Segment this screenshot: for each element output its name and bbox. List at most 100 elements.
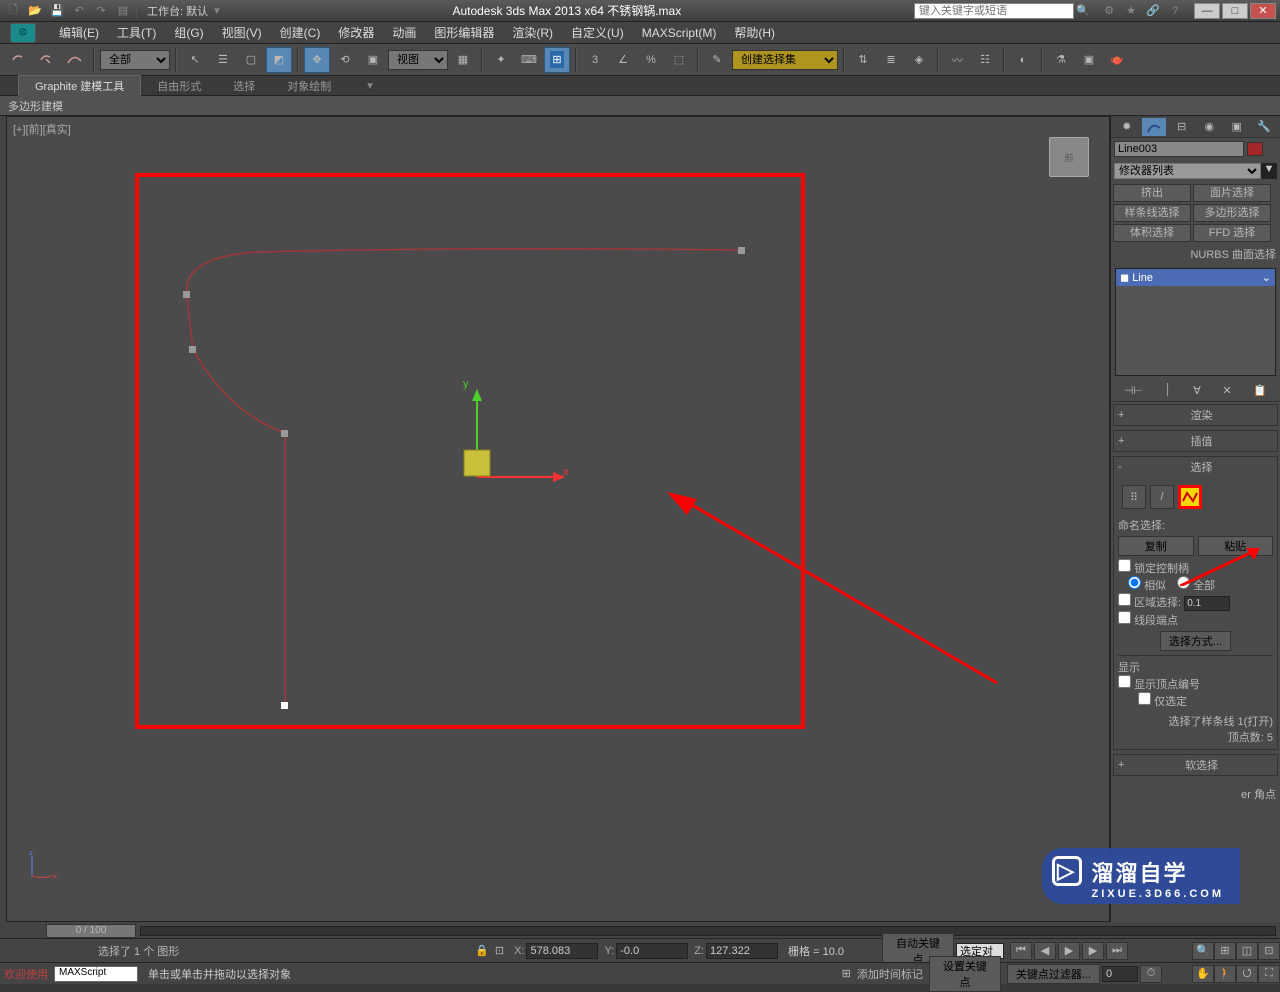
tab-motion-icon[interactable]: ◉ <box>1197 118 1221 136</box>
stack-item-line[interactable]: ◼ Line ⌄ <box>1116 269 1275 286</box>
rollout-softsel[interactable]: +软选择 <box>1114 755 1277 775</box>
select-scale-icon[interactable]: ▣ <box>360 47 386 73</box>
expand-icon[interactable]: ⌄ <box>1262 271 1271 284</box>
mod-btn-vol[interactable]: 体积选择 <box>1113 224 1191 242</box>
subobj-segment-icon[interactable]: / <box>1150 485 1174 509</box>
rollout-interp[interactable]: +插值 <box>1114 431 1277 451</box>
area-sel-value[interactable] <box>1184 596 1230 611</box>
mod-btn-spline[interactable]: 样条线选择 <box>1113 204 1191 222</box>
save-icon[interactable]: 💾 <box>48 3 66 19</box>
window-crossing-icon[interactable]: ◩ <box>266 47 292 73</box>
ribbon-panel-polymodeling[interactable]: 多边形建模 <box>0 96 1280 116</box>
coord-x-input[interactable] <box>526 943 598 959</box>
time-config-icon[interactable]: ⏱ <box>1140 965 1162 983</box>
align-icon[interactable]: ≣ <box>878 47 904 73</box>
edit-named-sel-icon[interactable]: ✎ <box>704 47 730 73</box>
remove-mod-icon[interactable]: ✕ <box>1222 384 1231 397</box>
seg-end-checkbox[interactable] <box>1118 611 1131 624</box>
prev-frame-icon[interactable]: ◀ <box>1034 942 1056 960</box>
curve-editor-icon[interactable]: 〰 <box>944 47 970 73</box>
maxscript-listener[interactable]: MAXScript <box>54 966 138 982</box>
mod-btn-poly[interactable]: 多边形选择 <box>1193 204 1271 222</box>
nav-walk-icon[interactable]: 🚶 <box>1214 965 1236 983</box>
select-by-button[interactable]: 选择方式... <box>1160 631 1231 651</box>
menu-tools[interactable]: 工具(T) <box>108 24 165 41</box>
isolate-icon[interactable]: ⊡ <box>495 944 504 957</box>
link-tool-icon[interactable] <box>6 47 32 73</box>
project-icon[interactable]: ▤ <box>114 3 132 19</box>
current-frame-input[interactable] <box>1102 966 1138 982</box>
menu-views[interactable]: 视图(V) <box>213 24 271 41</box>
object-name-input[interactable] <box>1114 141 1244 157</box>
use-center-icon[interactable]: ▦ <box>450 47 476 73</box>
tab-hierarchy-icon[interactable]: ⊟ <box>1170 118 1194 136</box>
spinner-snap-icon[interactable]: ⬚ <box>666 47 692 73</box>
goto-end-icon[interactable]: ⏭ <box>1106 942 1128 960</box>
mod-btn-patch[interactable]: 面片选择 <box>1193 184 1271 202</box>
menu-edit[interactable]: 编辑(E) <box>50 24 108 41</box>
nav-zoom-icon[interactable]: 🔍 <box>1192 942 1214 960</box>
menu-create[interactable]: 创建(C) <box>271 24 330 41</box>
rollout-selection[interactable]: -选择 <box>1114 457 1277 477</box>
keyboard-shortcut-icon[interactable]: ⌨ <box>516 47 542 73</box>
angle-snap-icon[interactable]: ∠ <box>610 47 636 73</box>
selection-filter-dropdown[interactable]: 全部 <box>100 50 170 70</box>
play-icon[interactable]: ▶ <box>1058 942 1080 960</box>
coord-y-input[interactable] <box>616 943 688 959</box>
tab-modify-icon[interactable] <box>1142 118 1166 136</box>
app-menu-icon[interactable]: ⊙ <box>10 23 36 43</box>
communication-icon[interactable]: ⚙ <box>1100 3 1118 19</box>
tab-display-icon[interactable]: ▣ <box>1225 118 1249 136</box>
object-color-swatch[interactable] <box>1247 142 1263 156</box>
ribbon-dropdown-icon[interactable]: ▾ <box>367 79 373 92</box>
named-selections-dropdown[interactable]: 创建选择集 <box>732 50 838 70</box>
snap-3d-icon[interactable]: 3 <box>582 47 608 73</box>
open-icon[interactable]: 📂 <box>26 3 44 19</box>
nav-maximize-icon[interactable]: ⛶ <box>1258 965 1280 983</box>
mod-btn-ffd[interactable]: FFD 选择 <box>1193 224 1271 242</box>
minimize-button[interactable]: — <box>1194 3 1220 19</box>
menu-rendering[interactable]: 渲染(R) <box>503 24 562 41</box>
next-frame-icon[interactable]: ▶ <box>1082 942 1104 960</box>
timeline-track[interactable] <box>140 926 1276 936</box>
layer-icon[interactable]: ◈ <box>906 47 932 73</box>
nav-pan-icon[interactable]: ✋ <box>1192 965 1214 983</box>
tab-graphite[interactable]: Graphite 建模工具 <box>18 75 141 96</box>
tab-objectpaint[interactable]: 对象绘制 <box>271 76 347 96</box>
modifier-list-dropdown[interactable]: 修改器列表 <box>1114 163 1261 179</box>
close-button[interactable]: ✕ <box>1250 3 1276 19</box>
nav-orbit-icon[interactable]: ⭯ <box>1236 965 1258 983</box>
redo-icon[interactable]: ↷ <box>92 3 110 19</box>
snap-toggle-icon[interactable]: ⊞ <box>544 47 570 73</box>
lock-handles-checkbox[interactable] <box>1118 559 1131 572</box>
favorites-icon[interactable]: ★ <box>1122 3 1140 19</box>
radio-similar[interactable] <box>1128 576 1141 589</box>
mirror-icon[interactable]: ⇅ <box>850 47 876 73</box>
schematic-view-icon[interactable]: ☷ <box>972 47 998 73</box>
menu-help[interactable]: 帮助(H) <box>725 24 784 41</box>
link-icon[interactable]: 🔗 <box>1144 3 1162 19</box>
menu-animation[interactable]: 动画 <box>383 24 425 41</box>
maximize-button[interactable]: □ <box>1222 3 1248 19</box>
show-end-icon[interactable]: │ <box>1165 384 1172 397</box>
pin-stack-icon[interactable]: ⊣⊢ <box>1124 384 1143 397</box>
subobj-spline-icon[interactable] <box>1178 485 1202 509</box>
new-icon[interactable]: 🗋 <box>4 3 22 19</box>
make-unique-icon[interactable]: ∀ <box>1193 384 1201 397</box>
modifier-stack[interactable]: ◼ Line ⌄ <box>1115 268 1276 376</box>
menu-grapheditors[interactable]: 图形编辑器 <box>425 24 503 41</box>
key-filters-button[interactable]: 关键点过滤器... <box>1007 964 1100 984</box>
add-time-tag[interactable]: 添加时间标记 <box>857 966 923 982</box>
subobj-vertex-icon[interactable]: ⠿ <box>1122 485 1146 509</box>
render-icon[interactable]: 🫖 <box>1104 47 1130 73</box>
tab-utilities-icon[interactable]: 🔧 <box>1252 118 1276 136</box>
help-search-input[interactable] <box>914 3 1074 19</box>
unlink-tool-icon[interactable] <box>34 47 60 73</box>
select-move-icon[interactable]: ✥ <box>304 47 330 73</box>
manipulate-icon[interactable]: ✦ <box>488 47 514 73</box>
mod-btn-extrude[interactable]: 挤出 <box>1113 184 1191 202</box>
render-frame-icon[interactable]: ▣ <box>1076 47 1102 73</box>
bind-tool-icon[interactable] <box>62 47 88 73</box>
dropdown-arrow-icon[interactable]: ▼ <box>1261 163 1277 179</box>
configure-icon[interactable]: 📋 <box>1253 384 1267 397</box>
